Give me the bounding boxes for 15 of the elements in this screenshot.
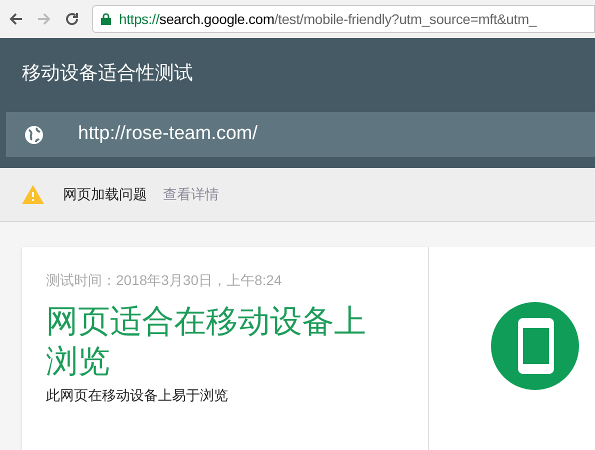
result-description: 此网页在移动设备上易于浏览 — [46, 386, 229, 405]
url-text: https://search.google.com/test/mobile-friendly?utm_source=mft&utm_ — [119, 10, 537, 29]
globe-icon — [24, 124, 44, 144]
address-bar[interactable]: https://search.google.com/test/mobile-friendly?utm_source=mft&utm_ — [92, 5, 595, 33]
back-icon[interactable] — [8, 11, 24, 27]
url-field[interactable]: http://rose-team.com/ — [6, 112, 595, 157]
page-title: 移动设备适合性测试 — [21, 62, 194, 86]
details-link[interactable]: 查看详情 — [163, 184, 219, 205]
test-time: 测试时间：2018年3月30日，上午8:24 — [46, 271, 283, 290]
lock-icon — [101, 13, 111, 25]
reload-icon[interactable] — [64, 11, 80, 27]
result-headline: 网页适合在移动设备上浏览 — [46, 302, 367, 381]
warning-icon — [22, 185, 44, 204]
notice-message: 网页加载问题 — [63, 185, 147, 204]
phone-icon — [491, 302, 579, 390]
